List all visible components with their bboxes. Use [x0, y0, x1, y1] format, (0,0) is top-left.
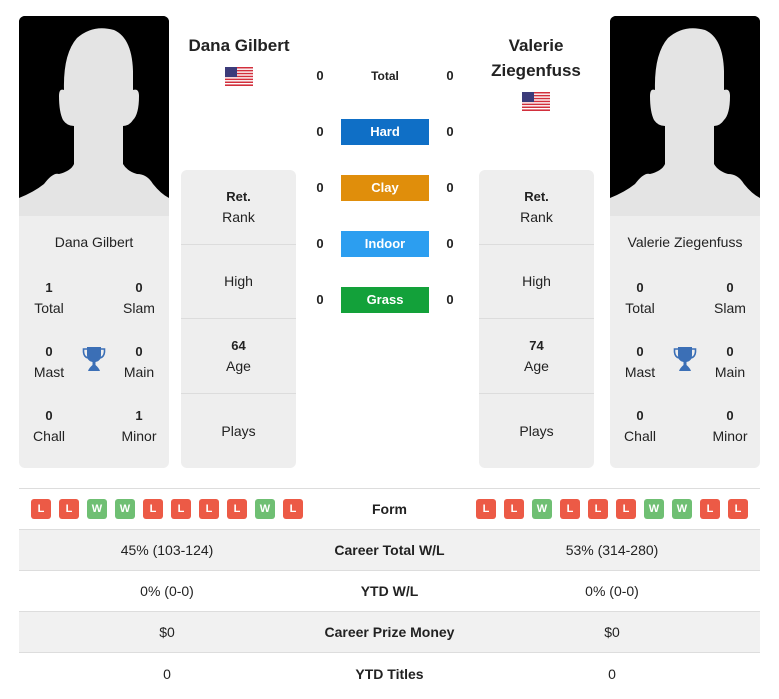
ytd-titles-row: 0 YTD Titles 0: [19, 653, 760, 694]
titles-main: 0 Main: [123, 344, 155, 380]
h2h-left-count: 0: [316, 180, 324, 195]
info-high: High: [181, 245, 296, 319]
form-win-badge[interactable]: W: [87, 499, 107, 519]
form-win-badge[interactable]: W: [644, 499, 664, 519]
info-high: High: [479, 245, 594, 319]
ytd-wl-row: 0% (0-0) YTD W/L 0% (0-0): [19, 571, 760, 612]
player-info-right: Ret. Rank High 74 Age Plays: [479, 170, 594, 468]
titles-main: 0 Main: [714, 344, 746, 380]
h2h-left-count: 0: [316, 68, 324, 83]
info-rank: Ret. Rank: [479, 170, 594, 245]
form-loss-badge[interactable]: L: [283, 499, 303, 519]
ytd-titles-label: YTD Titles: [355, 665, 424, 682]
form-loss-badge[interactable]: L: [560, 499, 580, 519]
form-loss-badge[interactable]: L: [31, 499, 51, 519]
h2h-right-count: 0: [446, 124, 454, 139]
career-wl-right: 53% (314-280): [565, 542, 659, 558]
career-prize-left: $0: [159, 624, 175, 640]
form-row: LLWWLLLLWL Form LLWLLLWWLL: [19, 489, 760, 530]
career-prize-label: Career Prize Money: [324, 624, 455, 640]
form-loss-badge[interactable]: L: [700, 499, 720, 519]
titles-slam: 0 Slam: [123, 280, 155, 316]
player-card-right: Valerie Ziegenfuss 0 Total 0 Slam 0 Mast 0M…: [610, 16, 760, 468]
player-name: Valerie Ziegenfuss: [627, 234, 743, 250]
player-heading-left: Dana Gilbert: [159, 33, 319, 89]
us-flag-icon: [225, 67, 253, 86]
surface-total-label: Total: [371, 69, 399, 83]
h2h-left-count: 0: [316, 236, 324, 251]
titles-mast: 0 Mast: [624, 344, 656, 380]
form-loss-badge[interactable]: L: [59, 499, 79, 519]
h2h-right-count: 0: [446, 180, 454, 195]
surface-grass-badge[interactable]: Grass: [341, 287, 429, 313]
player-photo: [610, 16, 760, 216]
surface-hard-badge[interactable]: Hard: [341, 119, 429, 145]
h2h-clay-row: 0 Clay 0: [300, 174, 470, 202]
player-name: Dana Gilbert: [54, 234, 134, 250]
form-win-badge[interactable]: W: [672, 499, 692, 519]
titles-mast: 0 Mast: [33, 344, 65, 380]
titles-slam: 0 Slam: [714, 280, 746, 316]
form-loss-badge[interactable]: L: [143, 499, 163, 519]
titles-minor: 1 Minor: [121, 408, 157, 444]
form-loss-badge[interactable]: L: [199, 499, 219, 519]
form-loss-badge[interactable]: L: [616, 499, 636, 519]
trophy-icon: [82, 347, 106, 371]
silhouette-icon: [610, 16, 760, 216]
career-wl-left: 45% (103-124): [120, 542, 214, 558]
ytd-wl-left: 0% (0-0): [140, 583, 194, 599]
form-loss-badge[interactable]: L: [227, 499, 247, 519]
career-wl-row: 45% (103-124) Career Total W/L 53% (314-…: [19, 530, 760, 571]
player-name-link[interactable]: Valerie Ziegenfuss: [456, 33, 616, 83]
form-badges-left: LLWWLLLLWL: [19, 499, 315, 519]
trophy-icon: [673, 347, 697, 371]
form-badges-right: LLWLLLWWLL: [464, 499, 760, 519]
player-card-left: Dana Gilbert 1 Total 0 Slam 0 Mast 0 Main 0C…: [19, 16, 169, 468]
h2h-indoor-row: 0 Indoor 0: [300, 230, 470, 258]
info-age: 64 Age: [181, 319, 296, 394]
career-prize-right: $0: [604, 624, 620, 640]
h2h-left-count: 0: [316, 124, 324, 139]
titles-total: 1 Total: [34, 280, 64, 316]
career-prize-row: $0 Career Prize Money $0: [19, 612, 760, 653]
titles-minor: 0 Minor: [712, 408, 748, 444]
form-loss-badge[interactable]: L: [476, 499, 496, 519]
ytd-titles-right: 0: [608, 665, 616, 682]
info-age: 74 Age: [479, 319, 594, 394]
comparison-table: LLWWLLLLWL Form LLWLLLWWLL 45% (103-124)…: [19, 488, 760, 694]
surface-clay-badge[interactable]: Clay: [341, 175, 429, 201]
ytd-titles-left: 0: [163, 665, 171, 682]
career-wl-label: Career Total W/L: [334, 542, 445, 558]
h2h-right-count: 0: [446, 236, 454, 251]
form-loss-badge[interactable]: L: [588, 499, 608, 519]
h2h-total-row: 0 Total 0: [300, 62, 470, 90]
player-heading-right: Valerie Ziegenfuss: [456, 33, 616, 114]
h2h-grass-row: 0 Grass 0: [300, 286, 470, 314]
form-loss-badge[interactable]: L: [171, 499, 191, 519]
surface-indoor-badge[interactable]: Indoor: [341, 231, 429, 257]
form-win-badge[interactable]: W: [532, 499, 552, 519]
form-win-badge[interactable]: W: [255, 499, 275, 519]
h2h-right-count: 0: [446, 68, 454, 83]
titles-total: 0 Total: [625, 280, 655, 316]
form-loss-badge[interactable]: L: [728, 499, 748, 519]
h2h-hard-row: 0 Hard 0: [300, 118, 470, 146]
ytd-wl-right: 0% (0-0): [585, 583, 639, 599]
form-loss-badge[interactable]: L: [504, 499, 524, 519]
titles-chall: 0 Chall: [624, 408, 656, 444]
silhouette-icon: [19, 16, 169, 216]
h2h-right-count: 0: [446, 292, 454, 307]
form-label: Form: [372, 501, 407, 517]
info-plays: Plays: [519, 422, 554, 439]
info-rank: Ret. Rank: [181, 170, 296, 245]
form-win-badge[interactable]: W: [115, 499, 135, 519]
h2h-left-count: 0: [316, 292, 324, 307]
titles-chall: 0 Chall: [33, 408, 65, 444]
info-plays: Plays: [221, 422, 256, 439]
player-info-left: Ret. Rank High 64 Age Plays: [181, 170, 296, 468]
us-flag-icon: [522, 92, 550, 111]
player-name-link[interactable]: Dana Gilbert: [159, 33, 319, 58]
ytd-wl-label: YTD W/L: [360, 583, 419, 599]
player-photo: [19, 16, 169, 216]
